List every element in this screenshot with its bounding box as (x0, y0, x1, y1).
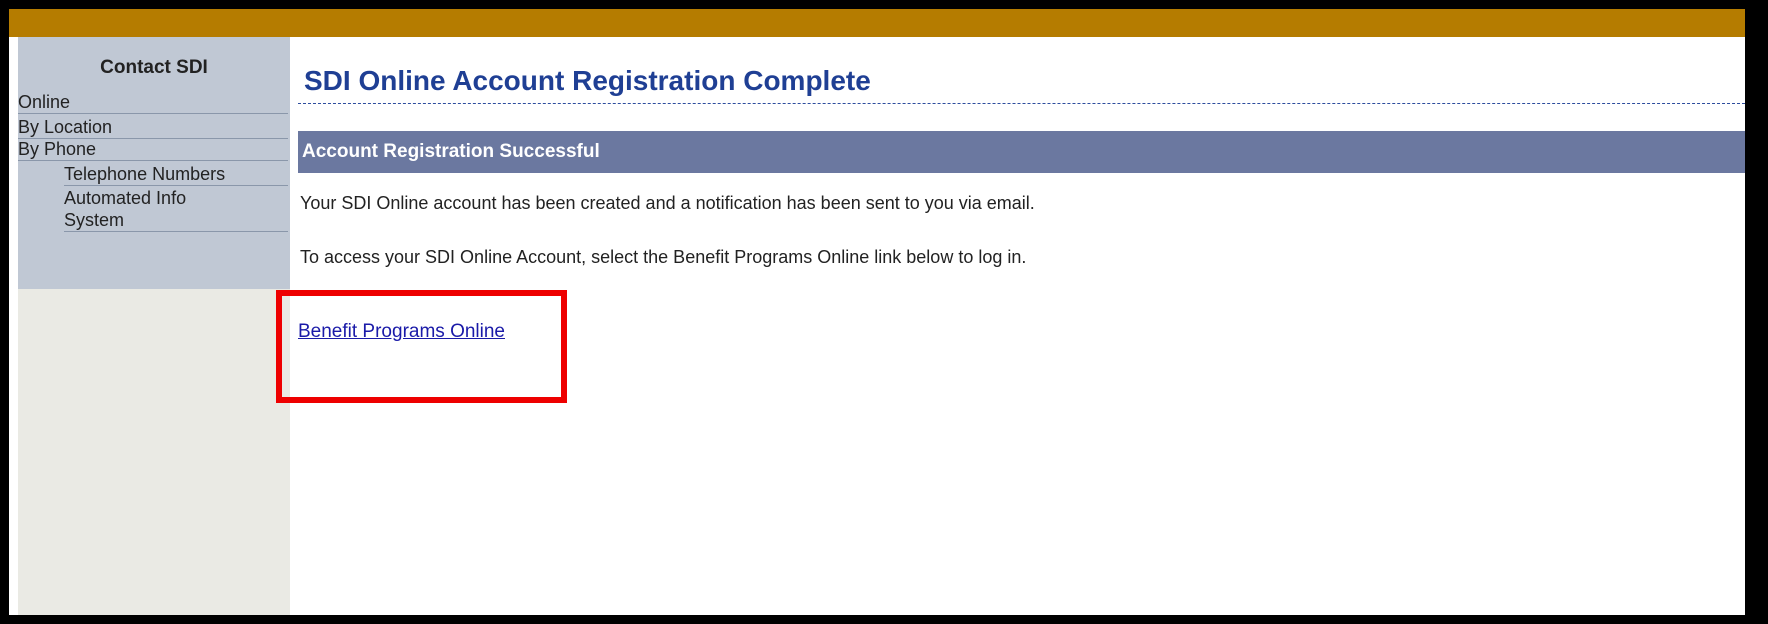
contact-sdi-panel: Contact SDI Online By Location By Phone … (18, 37, 290, 289)
sidebar-item-online[interactable]: Online (18, 91, 288, 114)
instruction-text: To access your SDI Online Account, selec… (300, 247, 1027, 267)
red-highlight-box (276, 290, 567, 403)
top-banner-bar (9, 9, 1745, 37)
section-header: Account Registration Successful (298, 131, 1745, 173)
sidebar-item-telephone-numbers[interactable]: Telephone Numbers (64, 163, 288, 186)
confirmation-text: Your SDI Online account has been created… (300, 193, 1035, 213)
sidebar-item-by-location[interactable]: By Location (18, 116, 288, 139)
page-title: SDI Online Account Registration Complete (304, 65, 871, 96)
title-divider (298, 103, 1745, 104)
sidebar-item-by-phone[interactable]: By Phone (18, 138, 288, 161)
sidebar: Contact SDI Online By Location By Phone … (18, 37, 290, 615)
sidebar-item-automated-info-system[interactable]: Automated Info System (64, 187, 288, 232)
sidebar-title: Contact SDI (100, 57, 208, 78)
right-edge-bar (1745, 0, 1768, 624)
